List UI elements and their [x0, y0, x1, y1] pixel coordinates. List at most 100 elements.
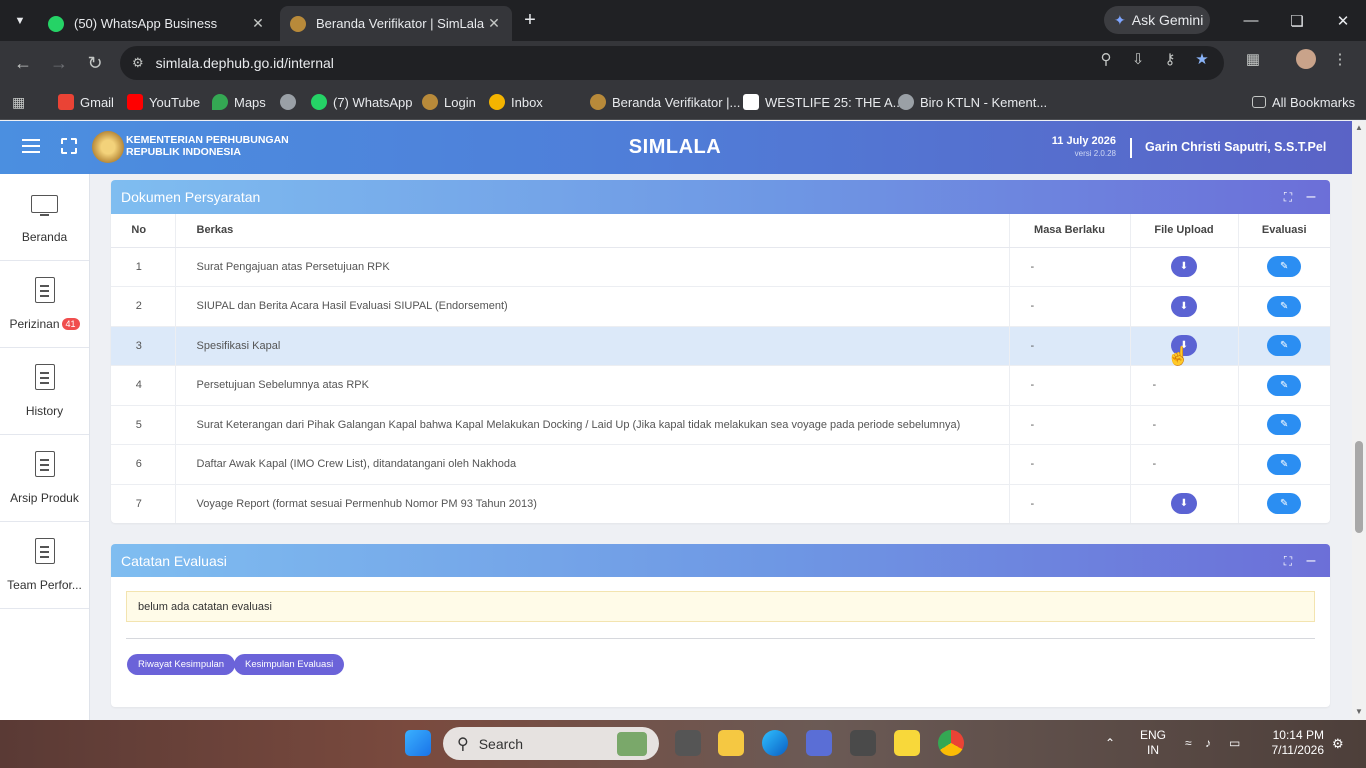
page-scrollbar[interactable]: ▲ ▼	[1352, 121, 1366, 720]
reload-button[interactable]: ↻	[81, 49, 109, 77]
wifi-icon[interactable]: ≈	[1185, 736, 1192, 750]
language-indicator[interactable]: ENG IN	[1140, 728, 1166, 758]
bookmark-beranda[interactable]: Beranda Verifikator |...	[590, 92, 740, 112]
zoom-icon[interactable]: ⚲	[1096, 49, 1116, 69]
evaluate-button[interactable]: ✎	[1267, 453, 1302, 475]
collapse-icon[interactable]: –	[1302, 188, 1320, 206]
document-name: Spesifikasi Kapal	[175, 326, 1010, 366]
document-name: Surat Pengajuan atas Persetujuan RPK	[175, 247, 1010, 287]
evaluate-button[interactable]: ✎	[1267, 374, 1302, 396]
bookmark-label: WESTLIFE 25: THE A...	[765, 94, 904, 110]
scroll-up-arrow[interactable]: ▲	[1355, 123, 1363, 132]
bookmark-login[interactable]: Login	[422, 92, 476, 112]
address-bar[interactable]: ⚙ simlala.dephub.go.id/internal	[120, 46, 1224, 80]
sidebar: Beranda Perizinan 41 History Arsip Produk…	[0, 174, 90, 720]
hamburger-menu-icon[interactable]	[22, 139, 40, 155]
sidebar-item-arsip-produk[interactable]: Arsip Produk	[0, 435, 89, 522]
tab-whatsapp[interactable]: (50) WhatsApp Business ✕	[38, 6, 276, 41]
validity-period: -	[1009, 365, 1131, 406]
bookmark-youtube[interactable]: YouTube	[127, 92, 200, 112]
taskbar-search[interactable]: ⚲ Search	[443, 727, 659, 760]
document-name: Surat Keterangan dari Pihak Galangan Kap…	[175, 405, 1010, 445]
forward-button[interactable]: →	[45, 49, 73, 77]
app-header: KEMENTERIAN PERHUBUNGAN REPUBLIK INDONES…	[0, 121, 1352, 174]
user-name[interactable]: Garin Christi Saputri, S.S.T.Pel	[1145, 140, 1326, 154]
mouse-cursor: ☝	[1167, 346, 1190, 366]
bookmark-globe[interactable]	[280, 92, 302, 112]
bookmark-biro-ktln[interactable]: Biro KTLN - Kement...	[898, 92, 1047, 112]
kesimpulan-evaluasi-button[interactable]: Kesimpulan Evaluasi	[234, 654, 345, 675]
sidebar-item-history[interactable]: History	[0, 348, 89, 435]
evaluate-button[interactable]: ✎	[1267, 335, 1302, 357]
sidebar-item-beranda[interactable]: Beranda	[0, 174, 89, 261]
site-logo-icon	[590, 94, 606, 110]
no-upload-text: -	[1130, 405, 1239, 445]
bookmark-star-icon[interactable]: ★	[1192, 49, 1212, 69]
download-button[interactable]: ⬇	[1171, 256, 1197, 278]
tab-simlala[interactable]: Beranda Verifikator | SimLala ✕	[280, 6, 512, 41]
validity-period: -	[1009, 405, 1131, 445]
sidebar-item-team-performance[interactable]: Team Perfor...	[0, 522, 89, 609]
tab-title: Beranda Verifikator | SimLala	[316, 16, 485, 31]
bookmark-westlife[interactable]: WESTLIFE 25: THE A...	[743, 92, 903, 112]
expand-icon[interactable]: ⛶	[1279, 552, 1297, 570]
riwayat-kesimpulan-button[interactable]: Riwayat Kesimpulan	[127, 654, 236, 675]
expand-icon[interactable]: ⛶	[1279, 188, 1297, 206]
row-number: 5	[111, 405, 176, 445]
volume-icon[interactable]: ♪	[1205, 736, 1211, 750]
copilot-icon[interactable]	[806, 730, 832, 756]
site-info-icon[interactable]: ⚙	[132, 55, 144, 71]
evaluate-button[interactable]: ✎	[1267, 256, 1302, 278]
ask-gemini-button[interactable]: ✦ Ask Gemini	[1104, 6, 1210, 34]
download-button[interactable]: ⬇	[1171, 295, 1197, 317]
header-date: 11 July 2026	[1051, 135, 1116, 147]
install-app-icon[interactable]: ⇩	[1128, 49, 1148, 69]
windows-start-icon[interactable]	[405, 730, 431, 756]
all-bookmarks[interactable]: All Bookmarks	[1252, 92, 1355, 112]
new-tab-button[interactable]: +	[512, 0, 548, 41]
taskbar-clock[interactable]: 10:14 PM 7/11/2026	[1262, 728, 1325, 758]
sidebar-item-label: Team Perfor...	[7, 578, 82, 592]
notification-bell-icon[interactable]: ⚙	[1332, 736, 1344, 752]
sticky-notes-icon[interactable]	[894, 730, 920, 756]
scrollbar-thumb[interactable]	[1355, 441, 1363, 533]
camera-app-icon[interactable]	[850, 730, 876, 756]
back-button[interactable]: ←	[9, 49, 37, 77]
chrome-icon[interactable]	[938, 730, 964, 756]
profile-avatar[interactable]	[1296, 49, 1316, 69]
chevron-up-icon[interactable]: ⌃	[1105, 736, 1115, 750]
close-icon[interactable]: ✕	[250, 15, 266, 32]
maximize-button[interactable]: ❏	[1274, 0, 1320, 41]
download-button[interactable]: ⬇	[1171, 493, 1197, 515]
evaluate-button[interactable]: ✎	[1267, 493, 1302, 515]
collapse-icon[interactable]: –	[1302, 552, 1320, 570]
minimize-button[interactable]: —	[1228, 0, 1274, 41]
battery-icon[interactable]: ▭	[1229, 736, 1240, 750]
close-icon[interactable]: ✕	[486, 15, 502, 32]
bookmark-gmail[interactable]: Gmail	[58, 92, 114, 112]
bookmark-label: Biro KTLN - Kement...	[920, 94, 1048, 110]
fullscreen-icon[interactable]	[61, 138, 77, 154]
download-icon: ⬇	[1179, 261, 1189, 273]
edge-icon[interactable]	[762, 730, 788, 756]
table-row: 2 SIUPAL dan Berita Acara Hasil Evaluasi …	[111, 286, 1330, 327]
sidebar-item-perizinan[interactable]: Perizinan 41	[0, 261, 89, 348]
task-view-icon[interactable]	[675, 730, 701, 756]
evaluate-button[interactable]: ✎	[1267, 295, 1302, 317]
menu-icon[interactable]: ⋮	[1330, 49, 1350, 69]
bookmark-whatsapp[interactable]: (7) WhatsApp	[311, 92, 412, 112]
divider	[126, 638, 1315, 639]
bookmark-maps[interactable]: Maps	[212, 92, 266, 112]
bookmark-label: (7) WhatsApp	[333, 94, 413, 110]
apps-grid-icon[interactable]: ▦	[12, 92, 25, 112]
extensions-icon[interactable]: ▦	[1243, 49, 1263, 69]
bookmark-inbox[interactable]: Inbox	[489, 92, 543, 112]
table-header-row: No Berkas Masa Berlaku File Upload Evalu…	[111, 214, 1330, 248]
file-explorer-icon[interactable]	[718, 730, 744, 756]
password-key-icon[interactable]: ⚷	[1160, 49, 1180, 69]
search-placeholder: Search	[478, 735, 524, 752]
evaluate-button[interactable]: ✎	[1267, 414, 1302, 436]
scroll-down-arrow[interactable]: ▼	[1355, 707, 1363, 716]
close-window-button[interactable]: ✕	[1320, 0, 1366, 41]
tab-search-button[interactable]: ▼	[4, 0, 36, 41]
